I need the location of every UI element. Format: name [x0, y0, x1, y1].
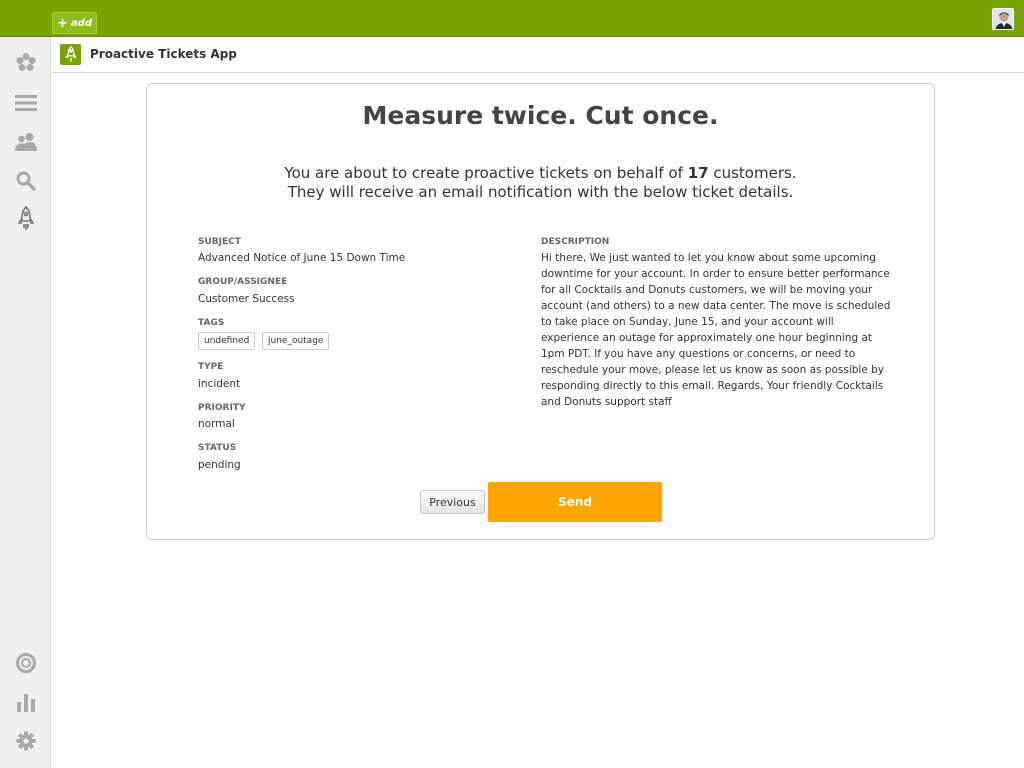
- priority-label: PRIORITY: [198, 403, 246, 413]
- lifebuoy-icon[interactable]: [13, 650, 39, 676]
- priority-value: normal: [198, 418, 235, 430]
- rocket-icon[interactable]: [13, 206, 39, 232]
- previous-button[interactable]: Previous: [420, 490, 485, 514]
- status-label: STATUS: [198, 443, 237, 453]
- app-header: Proactive Tickets App: [52, 37, 1024, 73]
- bar-chart-icon[interactable]: [13, 689, 39, 715]
- sidebar-nav: [0, 37, 51, 768]
- avatar-icon: [993, 9, 1013, 29]
- description-text: Hi there, We just wanted to let you know…: [541, 252, 891, 408]
- group-value: Customer Success: [198, 293, 295, 305]
- subject-value: Advanced Notice of June 15 Down Time: [198, 252, 406, 264]
- subject-label: SUBJECT: [198, 237, 241, 247]
- intro-text-before: You are about to create proactive ticket…: [284, 164, 688, 182]
- users-icon[interactable]: [13, 129, 39, 155]
- page-title: Measure twice. Cut once.: [362, 101, 719, 130]
- rocket-icon: [60, 44, 81, 65]
- customer-count: 17: [687, 164, 709, 182]
- zendesk-logo-icon[interactable]: [13, 50, 39, 76]
- add-button[interactable]: + add: [52, 12, 97, 34]
- description-label: DESCRIPTION: [541, 237, 610, 247]
- status-value: pending: [198, 459, 241, 471]
- top-bar: + add: [0, 0, 1024, 37]
- group-label: GROUP/ASSIGNEE: [198, 277, 288, 287]
- intro-text-after: customers.: [708, 164, 797, 182]
- intro-text: You are about to create proactive ticket…: [147, 164, 934, 202]
- tags-label: TAGS: [198, 318, 225, 328]
- add-button-label: add: [70, 17, 92, 29]
- search-icon[interactable]: [13, 168, 39, 194]
- type-label: TYPE: [198, 362, 224, 372]
- plus-icon: +: [57, 15, 68, 31]
- tag-chip: june_outage: [262, 332, 330, 350]
- confirmation-card: Measure twice. Cut once. You are about t…: [146, 83, 935, 540]
- user-avatar[interactable]: [992, 8, 1014, 30]
- send-button[interactable]: Send: [488, 482, 662, 522]
- type-value: incident: [198, 378, 241, 390]
- tag-chip: undefined: [198, 332, 256, 350]
- app-title: Proactive Tickets App: [90, 47, 237, 61]
- intro-text-line2: They will receive an email notification …: [287, 183, 794, 201]
- gear-icon[interactable]: [13, 728, 39, 754]
- menu-icon[interactable]: [13, 90, 39, 116]
